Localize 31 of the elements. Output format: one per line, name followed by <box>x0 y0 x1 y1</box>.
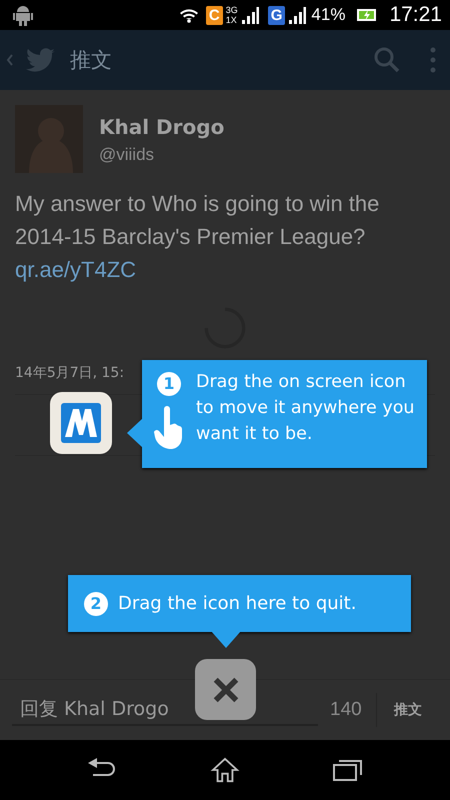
tweet-button[interactable]: 推文 <box>388 700 428 720</box>
network-type-label: 1X <box>226 15 238 25</box>
bird-icon <box>26 48 56 72</box>
reply-field[interactable]: 回复 Khal Drogo <box>12 694 318 726</box>
step-number: 2 <box>84 592 108 616</box>
network-badge: G <box>268 6 286 24</box>
network-badge: C <box>206 6 223 24</box>
screen-title: 推文 <box>70 47 112 74</box>
quit-button[interactable] <box>195 659 256 720</box>
home-icon[interactable] <box>210 757 240 783</box>
tweet-date: 14年5月7日, 15: <box>15 364 124 382</box>
signal-icon <box>240 6 259 24</box>
network-type-label: 3G <box>226 5 238 15</box>
android-icon <box>13 4 33 26</box>
tweet-text: My answer to Who is going to win the 2014-15 Barclay's Premier League? qr.ae/yT4ZC <box>15 190 380 284</box>
floating-app-icon[interactable] <box>50 392 112 454</box>
author-handle: @viiids <box>99 145 154 165</box>
battery-percent: 41% <box>311 5 346 25</box>
hand-pointer-icon <box>154 406 184 450</box>
recent-apps-icon[interactable] <box>333 757 364 783</box>
tip-text: Drag the icon here to quit. <box>118 592 356 616</box>
tweet-link[interactable]: qr.ae/yT4ZC <box>15 257 136 282</box>
close-icon <box>212 676 240 704</box>
wifi-icon <box>178 7 199 23</box>
clock: 17:21 <box>389 3 442 27</box>
author-name: Khal Drogo <box>99 115 224 139</box>
signal-icon <box>288 6 306 24</box>
character-count: 140 <box>330 699 362 721</box>
step-number: 1 <box>157 372 181 396</box>
tip-text: Drag the on screen icon to move it anywhere you want it to be. <box>196 371 416 446</box>
battery-icon <box>356 8 378 22</box>
